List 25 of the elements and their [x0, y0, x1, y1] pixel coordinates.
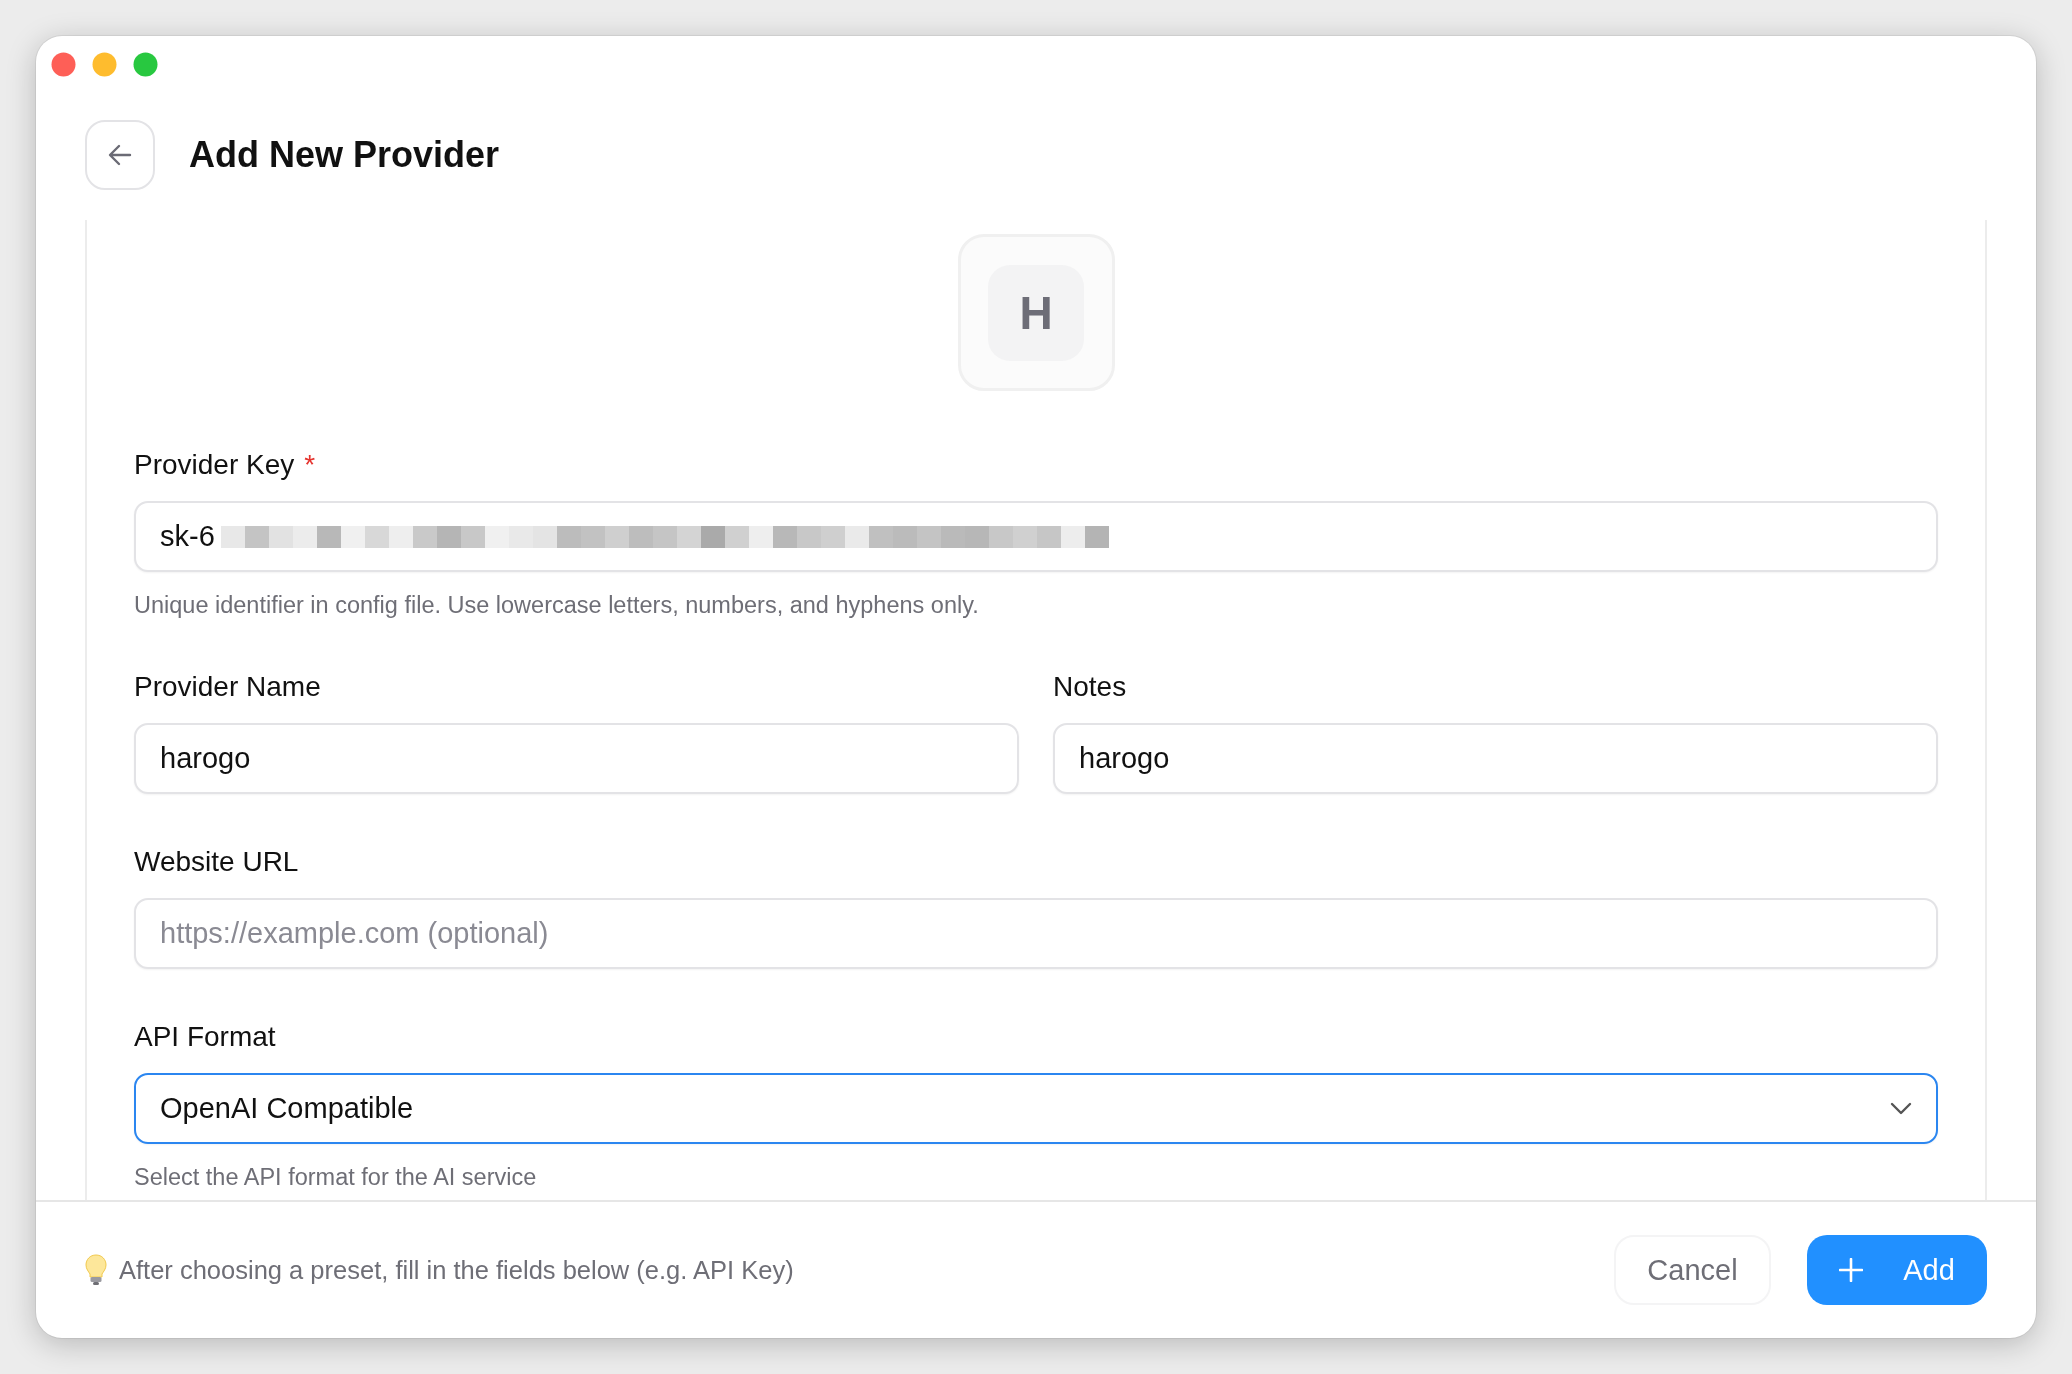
input-field[interactable]: harogo	[134, 723, 1019, 794]
avatar-letter: H	[988, 264, 1084, 361]
field-label: Provider Key	[134, 449, 295, 481]
window-title: Add New Provider	[189, 134, 500, 176]
close-icon[interactable]	[51, 52, 76, 77]
plus-icon	[1839, 1258, 1864, 1282]
field-hint: Unique identifier in config file. Use lowercase letters, numbers, and hyphens only.	[134, 592, 980, 619]
field-label: API Format	[134, 1021, 276, 1053]
chevron-down-icon	[1890, 1101, 1912, 1116]
input-field[interactable]: https://example.com (optional)	[134, 898, 1938, 969]
field-label: Provider Name	[134, 671, 321, 703]
lightbulb-icon	[85, 1254, 107, 1286]
input-field[interactable]: sk-6	[134, 501, 1938, 572]
back-arrow-icon	[108, 144, 132, 166]
field-label: Website URL	[134, 846, 299, 878]
input-field[interactable]: harogo	[1053, 723, 1938, 794]
back-button[interactable]	[85, 120, 155, 190]
field-hint: Select the API format for the AI service	[134, 1164, 538, 1191]
required-mark: *	[304, 449, 316, 481]
maximize-icon[interactable]	[133, 52, 158, 77]
field-label: Notes	[1053, 671, 1127, 703]
cancel-button[interactable]: Cancel	[1614, 1235, 1771, 1305]
minimize-icon[interactable]	[92, 52, 117, 77]
footer-tip: After choosing a preset, fill in the fields below (e.g. API Key)	[119, 1255, 795, 1285]
format-dropdown[interactable]: OpenAI Compatible	[134, 1073, 1938, 1144]
